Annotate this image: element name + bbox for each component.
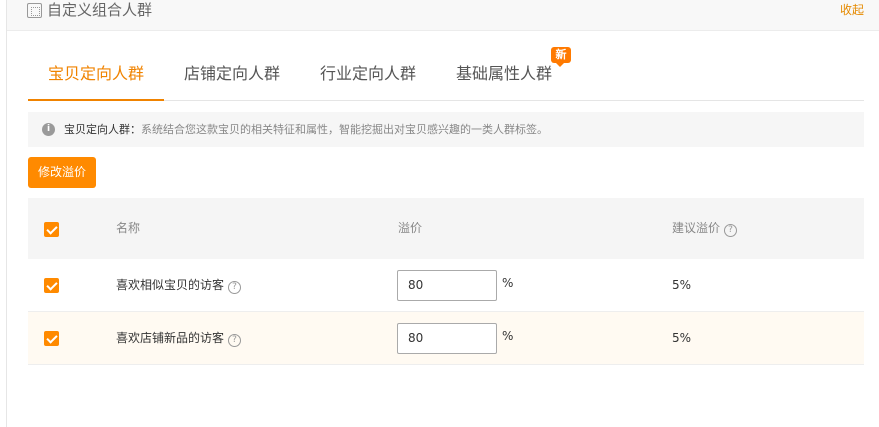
row-checkbox[interactable] xyxy=(44,278,59,293)
column-suggested-premium: 建议溢价? xyxy=(672,221,738,237)
info-icon: i xyxy=(42,123,55,136)
tip-description: 系统结合您这款宝贝的相关特征和属性，智能挖掘出对宝贝感兴趣的一类人群标签。 xyxy=(141,123,548,136)
percent-unit: % xyxy=(502,276,514,290)
custom-crowd-panel: 自定义组合人群 收起 宝贝定向人群 店铺定向人群 行业定向人群 基础属性人群 新… xyxy=(6,0,879,427)
row-checkbox[interactable] xyxy=(44,331,59,346)
tip-text: 宝贝定向人群：系统结合您这款宝贝的相关特征和属性，智能挖掘出对宝贝感兴趣的一类人… xyxy=(64,122,548,137)
percent-unit: % xyxy=(502,329,514,343)
panel-header: 自定义组合人群 收起 xyxy=(7,0,879,31)
column-suggested-label: 建议溢价 xyxy=(672,221,721,235)
suggested-premium: 5% xyxy=(672,331,692,345)
tab-item-crowd[interactable]: 宝贝定向人群 xyxy=(28,47,164,101)
tip-title: 宝贝定向人群： xyxy=(64,123,141,136)
crowd-name-cell: 喜欢相似宝贝的访客? xyxy=(116,278,242,294)
panel-title: 自定义组合人群 xyxy=(47,1,153,19)
help-icon[interactable]: ? xyxy=(228,334,242,347)
collapse-link[interactable]: 收起 xyxy=(840,2,864,18)
help-icon[interactable]: ? xyxy=(228,281,242,294)
crowd-tabs: 宝贝定向人群 店铺定向人群 行业定向人群 基础属性人群 新 xyxy=(28,47,864,101)
tab-basic-attribute-crowd[interactable]: 基础属性人群 xyxy=(452,47,556,101)
column-premium: 溢价 xyxy=(398,221,423,235)
column-name: 名称 xyxy=(116,221,141,235)
crowd-name-cell: 喜欢店铺新品的访客? xyxy=(116,331,242,347)
crowd-table: 名称 溢价 建议溢价? 喜欢相似宝贝的访客? 80 % 5% 喜欢店铺新品的访客… xyxy=(28,198,864,365)
new-badge: 新 xyxy=(551,47,571,67)
premium-input[interactable]: 80 xyxy=(397,270,497,301)
crowd-group-icon xyxy=(27,3,42,18)
suggested-premium: 5% xyxy=(672,278,692,292)
table-row: 喜欢店铺新品的访客? 80 % 5% xyxy=(28,312,864,365)
help-icon[interactable]: ? xyxy=(724,224,738,237)
table-row: 喜欢相似宝贝的访客? 80 % 5% xyxy=(28,259,864,312)
tab-industry-crowd[interactable]: 行业定向人群 xyxy=(316,47,420,101)
select-all-checkbox[interactable] xyxy=(44,222,59,237)
table-header: 名称 溢价 建议溢价? xyxy=(28,198,864,259)
crowd-name: 喜欢店铺新品的访客 xyxy=(116,331,225,345)
edit-premium-button[interactable]: 修改溢价 xyxy=(28,157,96,188)
crowd-name: 喜欢相似宝贝的访客 xyxy=(116,278,225,292)
info-tip: i 宝贝定向人群：系统结合您这款宝贝的相关特征和属性，智能挖掘出对宝贝感兴趣的一… xyxy=(28,112,864,147)
tab-store-crowd[interactable]: 店铺定向人群 xyxy=(180,47,284,101)
premium-input[interactable]: 80 xyxy=(397,323,497,354)
